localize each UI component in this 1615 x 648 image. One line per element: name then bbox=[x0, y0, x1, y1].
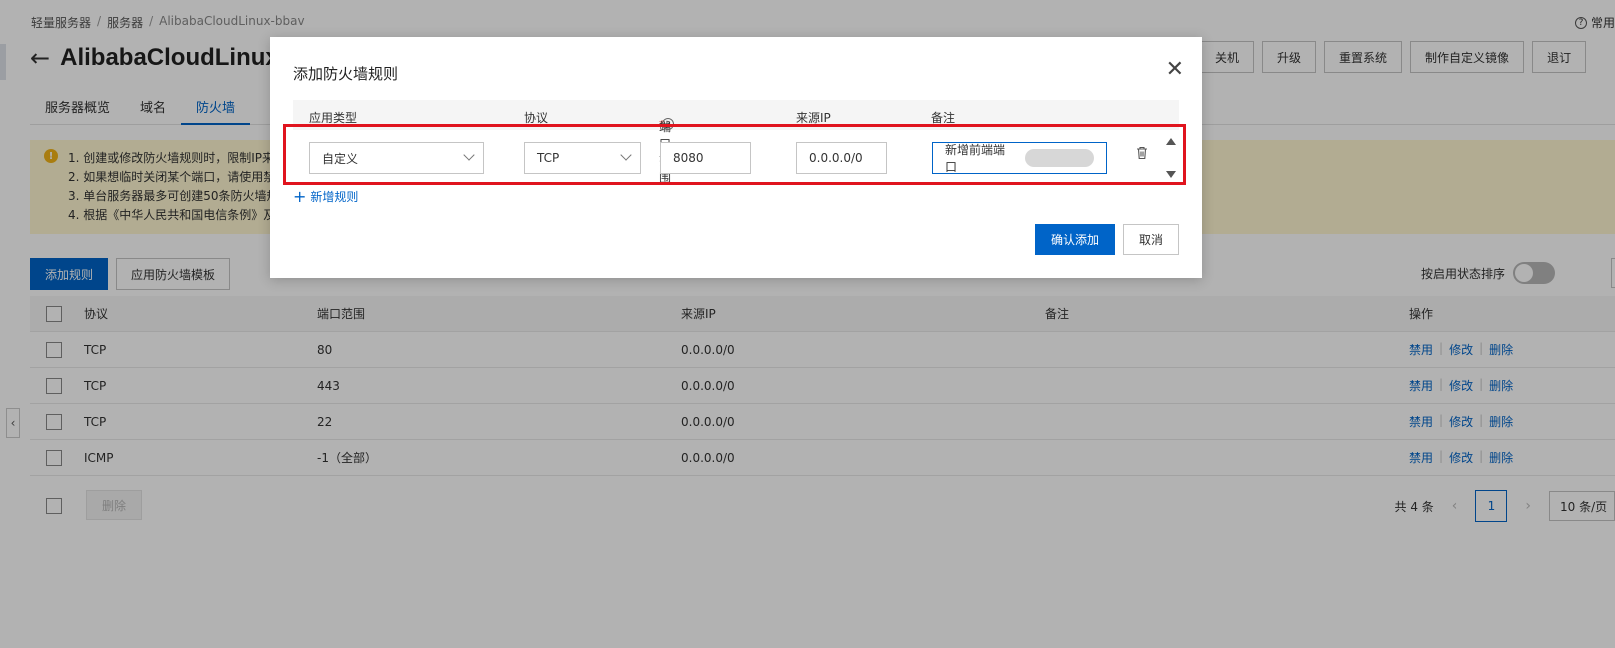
add-new-rule-label: 新增规则 bbox=[310, 190, 359, 204]
dialog-title: 添加防火墙规则 bbox=[293, 65, 399, 83]
add-new-rule-link[interactable]: + 新增规则 bbox=[293, 188, 358, 205]
close-icon[interactable]: ✕ bbox=[1166, 59, 1184, 81]
cancel-button[interactable]: 取消 bbox=[1122, 224, 1179, 255]
confirm-add-button[interactable]: 确认添加 bbox=[1034, 224, 1115, 255]
add-firewall-rule-dialog: 添加防火墙规则 ✕ 应用类型 协议 *端口范围? 来源IP 备注 自定义 TCP… bbox=[270, 37, 1202, 278]
plus-icon: + bbox=[293, 186, 307, 206]
highlight-box bbox=[283, 124, 1186, 185]
